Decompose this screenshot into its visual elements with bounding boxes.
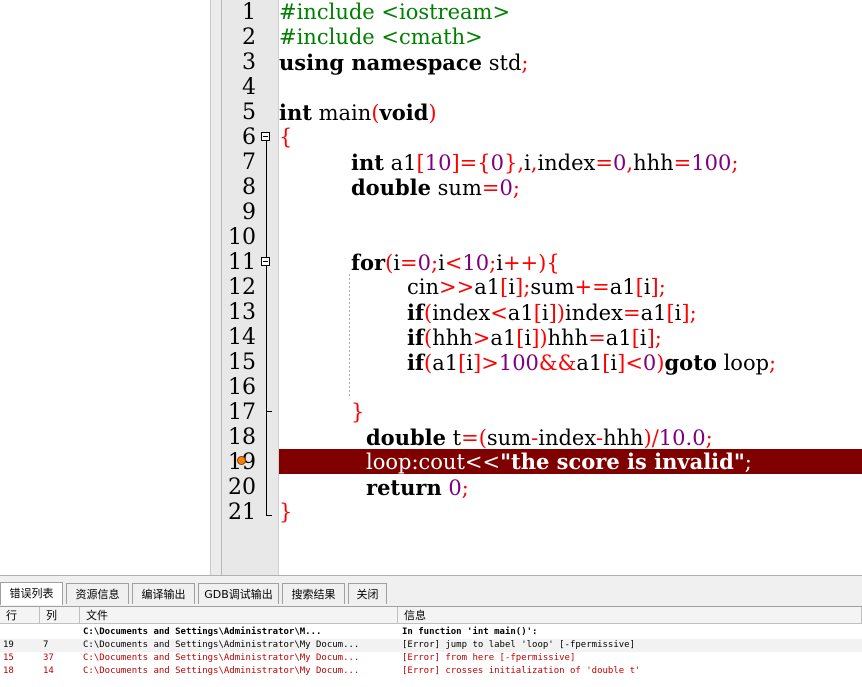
panel-splitter[interactable]	[211, 0, 222, 575]
line-number: 13	[228, 300, 256, 325]
table-row[interactable]: C:\Documents and Settings\Administrator\…	[0, 626, 862, 639]
line-number: 11	[228, 250, 256, 275]
column-header-info[interactable]: 信息	[398, 607, 862, 624]
fold-toggle-icon[interactable]	[261, 132, 270, 141]
tab-error-list[interactable]: 错误列表	[0, 582, 63, 605]
table-row[interactable]: 15 37 C:\Documents and Settings\Administ…	[0, 652, 862, 665]
error-list-table: 行 列 文件 信息 C:\Documents and Settings\Admi…	[0, 606, 862, 687]
error-marker-icon	[237, 456, 246, 465]
line-number: 10	[228, 225, 256, 250]
line-number: 8	[242, 175, 256, 200]
code-line-14: if(hhh>a1[i])hhh=a1[i];	[407, 325, 662, 350]
column-header-file[interactable]: 文件	[80, 607, 398, 624]
code-line-6: {	[279, 125, 293, 149]
code-line-20: return 0;	[366, 475, 469, 500]
line-number: 6	[242, 125, 256, 150]
line-number: 5	[242, 100, 256, 125]
row-file: C:\Documents and Settings\Administrator\…	[83, 653, 360, 663]
fold-end-tick	[266, 515, 272, 516]
project-panel[interactable]	[0, 0, 211, 575]
tab-resources[interactable]: 资源信息	[66, 583, 129, 604]
row-info: In function 'int main()':	[402, 627, 538, 637]
code-line-21: }	[279, 500, 293, 524]
code-line-11: for(i=0;i<10;i++){	[351, 250, 560, 275]
code-line-2: #include <cmath>	[279, 25, 483, 49]
row-file: C:\Documents and Settings\Administrator\…	[83, 640, 360, 650]
column-header-col[interactable]: 列	[40, 607, 80, 624]
line-number: 18	[228, 425, 256, 450]
table-row[interactable]: 18 14 C:\Documents and Settings\Administ…	[0, 665, 862, 678]
line-number: 14	[228, 325, 256, 350]
tab-search-results[interactable]: 搜索结果	[282, 583, 345, 604]
line-number: 21	[228, 500, 256, 525]
code-line-5: int main(void)	[279, 100, 437, 125]
code-line-3: using namespace std;	[279, 50, 529, 75]
code-line-19: loop:cout<<"the score is invalid";	[366, 449, 752, 474]
line-number: 7	[242, 150, 256, 175]
error-line-highlight: loop:cout<<"the score is invalid";	[279, 449, 862, 474]
code-line-18: double t=(sum-index-hhh)/10.0;	[366, 425, 713, 450]
fold-end-tick	[266, 411, 272, 412]
row-file: C:\Documents and Settings\Administrator\…	[83, 666, 360, 676]
row-col	[43, 626, 78, 639]
row-col: 14	[43, 666, 54, 676]
row-col: 7	[43, 640, 49, 650]
line-number-gutter: 1 2 3 4 5 6 7 8 9 10 11 12 13 14 15 16 1…	[222, 0, 279, 575]
row-line: 19	[3, 640, 14, 650]
line-number: 2	[242, 25, 256, 50]
row-info: [Error] jump to label 'loop' [-fpermissi…	[402, 640, 635, 650]
tab-gdb-output[interactable]: GDB调试输出	[198, 583, 279, 604]
code-line-17: }	[351, 400, 365, 424]
message-pane: 错误列表 资源信息 编译输出 GDB调试输出 搜索结果 关闭 行 列 文件 信息…	[0, 575, 862, 687]
line-number: 3	[242, 50, 256, 75]
row-line	[3, 626, 38, 639]
table-row[interactable]: 19 7 C:\Documents and Settings\Administr…	[0, 639, 862, 652]
code-line-13: if(index<a1[i])index=a1[i];	[407, 300, 697, 325]
code-line-8: double sum=0;	[351, 175, 520, 200]
line-number: 16	[228, 375, 256, 400]
code-line-12: cin>>a1[i];sum+=a1[i];	[407, 275, 666, 299]
code-line-1: #include <iostream>	[279, 0, 511, 24]
code-line-7: int a1[10]={0},i,index=0,hhh=100;	[351, 150, 739, 175]
fold-line	[266, 141, 267, 516]
row-col: 37	[43, 653, 54, 663]
line-number: 17	[228, 400, 256, 425]
tab-close[interactable]: 关闭	[348, 583, 387, 604]
row-file: C:\Documents and Settings\Administrator\…	[83, 627, 322, 637]
fold-toggle-icon[interactable]	[261, 257, 270, 266]
code-editor[interactable]: #include <iostream> #include <cmath> usi…	[279, 0, 862, 575]
tab-compile-output[interactable]: 编译输出	[132, 583, 195, 604]
row-line: 18	[3, 666, 14, 676]
row-line: 15	[3, 653, 14, 663]
column-header-line[interactable]: 行	[0, 607, 40, 624]
row-info: [Error] crosses initialization of 'doubl…	[402, 666, 641, 676]
row-info: [Error] from here [-fpermissive]	[402, 653, 576, 663]
line-number: 20	[228, 475, 256, 500]
line-number: 4	[242, 75, 256, 100]
line-number: 1	[242, 0, 256, 25]
line-number: 15	[228, 350, 256, 375]
code-line-15: if(a1[i]>100&&a1[i]<0)goto loop;	[407, 350, 777, 375]
indent-guide	[349, 274, 350, 398]
line-number: 12	[228, 275, 256, 300]
line-number: 9	[242, 200, 256, 225]
